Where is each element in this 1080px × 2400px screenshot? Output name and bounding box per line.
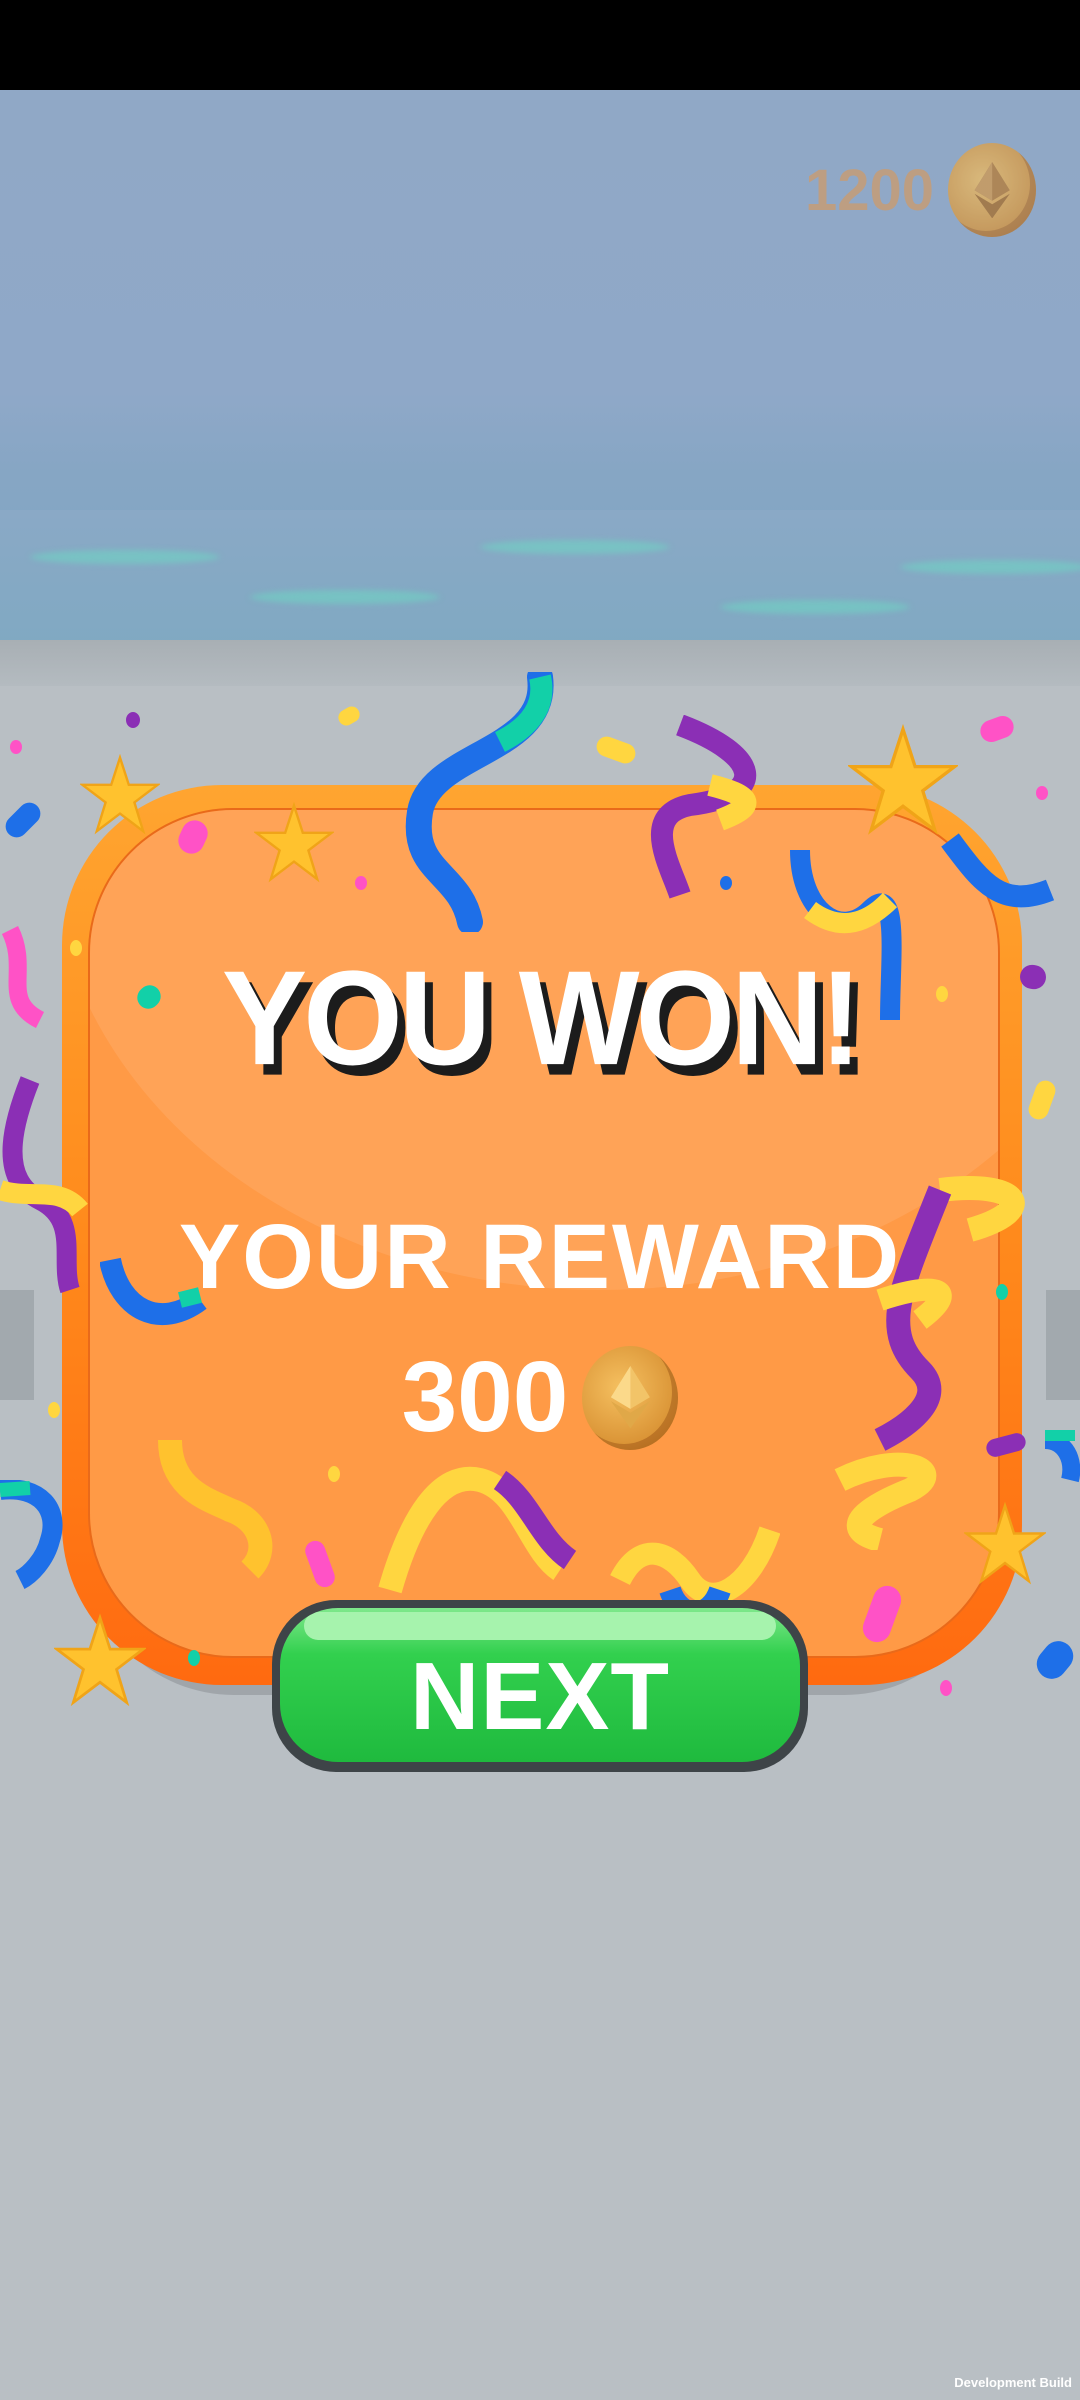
water-ripple — [480, 540, 670, 554]
water-ripple — [900, 560, 1080, 574]
confetti-ribbon — [834, 1176, 1025, 1550]
coin-counter: 1200 — [805, 140, 1036, 240]
next-button[interactable]: NEXT — [272, 1600, 808, 1772]
confetti-dot — [355, 876, 367, 890]
confetti-dot — [940, 1680, 952, 1696]
water-ripple — [720, 600, 910, 614]
confetti-ribbon — [1043, 1430, 1080, 1483]
water-surface — [0, 510, 1080, 640]
star-icon — [80, 754, 160, 835]
star-icon — [964, 1501, 1046, 1585]
star-icon — [254, 802, 334, 883]
reward-amount: 300 — [401, 1341, 569, 1453]
confetti-dot — [10, 740, 22, 754]
confetti-dot — [126, 712, 140, 728]
confetti-dot — [936, 986, 948, 1002]
development-build-label: Development Build — [954, 2375, 1072, 2390]
ethereum-coin-icon — [582, 1345, 679, 1450]
confetti-ribbon — [378, 1466, 577, 1594]
status-bar — [0, 0, 1080, 90]
confetti-ribbon — [1, 925, 45, 1029]
confetti-ribbon — [405, 672, 554, 932]
confetti-dot — [1036, 786, 1048, 800]
coin-balance: 1200 — [804, 157, 934, 223]
confetti-ribbon — [650, 715, 757, 899]
confetti-dot — [720, 876, 732, 890]
confetti-ribbon — [941, 833, 1055, 908]
water-ripple — [30, 550, 220, 564]
confetti-ribbon — [158, 1439, 273, 1579]
water-ripple — [250, 590, 440, 604]
confetti-dot — [48, 1402, 60, 1418]
confetti-ribbon — [0, 1076, 88, 1294]
ethereum-coin-icon — [948, 143, 1036, 237]
confetti-dot — [328, 1466, 340, 1482]
next-button-label: NEXT — [409, 1643, 671, 1750]
next-button-face: NEXT — [280, 1608, 800, 1762]
star-icon — [54, 1613, 146, 1707]
confetti-ribbon — [0, 1480, 63, 1589]
star-icon — [848, 723, 958, 835]
confetti-dot — [996, 1284, 1008, 1300]
confetti-dot — [188, 1650, 200, 1666]
next-button-highlight — [304, 1612, 776, 1640]
confetti-ribbon — [100, 1257, 207, 1326]
confetti-dot — [70, 940, 82, 956]
confetti-ribbon — [790, 849, 902, 1021]
